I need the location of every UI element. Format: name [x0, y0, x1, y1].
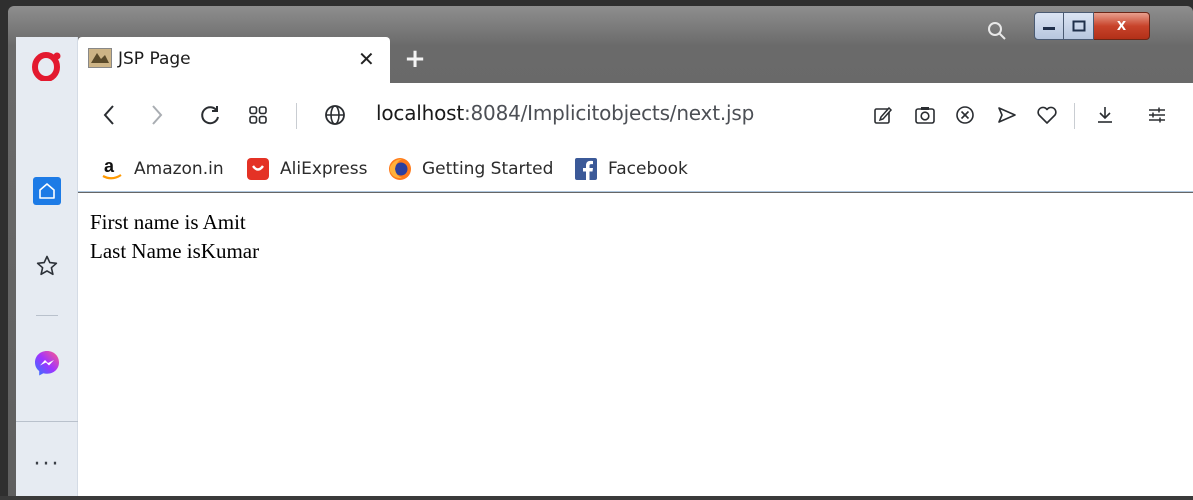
grid-icon [249, 106, 267, 124]
sidebar-more-button[interactable]: ··· [16, 452, 78, 477]
ad-blocker-button[interactable] [952, 99, 978, 131]
url-host: localhost [376, 101, 464, 125]
send-icon [998, 107, 1016, 123]
browser-window: X ··· JSP Page ✕ + localhost:8084/Implic… [0, 0, 1193, 500]
send-button[interactable] [994, 99, 1020, 131]
tab-title: JSP Page [118, 49, 191, 69]
aliexpress-icon [246, 157, 270, 181]
camera-icon [915, 107, 935, 124]
home-icon [33, 177, 61, 205]
bookmark-getting-started[interactable]: Getting Started [388, 155, 553, 183]
sidebar-home-button[interactable] [16, 173, 78, 209]
sidebar: ··· [16, 37, 78, 500]
sidebar-divider [16, 421, 78, 422]
minimize-button[interactable] [1034, 12, 1064, 40]
bookmark-label: AliExpress [280, 159, 368, 179]
download-icon [1098, 107, 1112, 123]
bookmark-label: Facebook [608, 159, 688, 179]
firefox-icon [388, 157, 412, 181]
reload-button[interactable] [196, 99, 224, 131]
url-path: :8084/Implicitobjects/next.jsp [463, 101, 755, 125]
sidebar-bookmarks-button[interactable] [16, 249, 78, 283]
facebook-icon [574, 157, 598, 181]
address-bar-url[interactable]: localhost:8084/Implicitobjects/next.jsp [376, 101, 754, 125]
toolbar-separator [1074, 103, 1075, 129]
easy-setup-button[interactable] [870, 99, 896, 131]
new-tab-button[interactable]: + [400, 44, 430, 74]
chevron-left-icon [103, 105, 114, 125]
close-window-button[interactable]: X [1094, 12, 1150, 40]
bookmarks-bar: a Amazon.in AliExpress Getting Started F… [78, 147, 1193, 192]
forward-button[interactable] [144, 99, 170, 131]
page-content: First name is Amit Last Name isKumar [78, 193, 1193, 496]
bookmark-aliexpress[interactable]: AliExpress [246, 155, 367, 183]
easy-setup-menu-button[interactable] [1144, 99, 1170, 131]
toolbar-separator [296, 103, 297, 129]
bookmark-amazon[interactable]: a Amazon.in [100, 155, 224, 183]
bookmark-facebook[interactable]: Facebook [574, 155, 688, 183]
heart-icon [1037, 106, 1057, 124]
snapshot-button[interactable] [912, 99, 938, 131]
downloads-button[interactable] [1092, 99, 1118, 131]
shield-x-icon [956, 106, 974, 124]
last-name-text: Last Name isKumar [90, 239, 260, 263]
address-toolbar: localhost:8084/Implicitobjects/next.jsp [78, 83, 1193, 147]
amazon-icon: a [100, 157, 124, 181]
tab-favicon-icon [88, 48, 112, 68]
sidebar-messenger-button[interactable] [16, 345, 78, 381]
tabs-grid-button[interactable] [244, 99, 272, 131]
sidebar-divider [36, 315, 58, 316]
my-flow-button[interactable] [1034, 99, 1060, 131]
maximize-button[interactable] [1064, 12, 1094, 40]
site-info-button[interactable] [320, 99, 350, 131]
sliders-icon [1149, 107, 1165, 123]
tab-jsp-page[interactable]: JSP Page ✕ [78, 37, 390, 83]
reload-icon [201, 106, 219, 125]
messenger-icon [35, 351, 59, 376]
globe-icon [325, 105, 345, 125]
first-name-text: First name is Amit [90, 210, 246, 234]
window-controls: X [1034, 12, 1150, 42]
bookmark-label: Getting Started [422, 159, 554, 179]
star-icon [36, 255, 58, 276]
svg-text:a: a [104, 157, 115, 176]
tab-close-button[interactable]: ✕ [358, 47, 375, 71]
bookmark-label: Amazon.in [134, 159, 224, 179]
title-search-icon[interactable] [982, 18, 1012, 44]
window-bottom-edge [0, 496, 1193, 500]
opera-logo-icon[interactable] [16, 49, 78, 83]
edit-icon [874, 106, 893, 124]
back-button[interactable] [96, 99, 122, 131]
chevron-right-icon [152, 105, 163, 125]
